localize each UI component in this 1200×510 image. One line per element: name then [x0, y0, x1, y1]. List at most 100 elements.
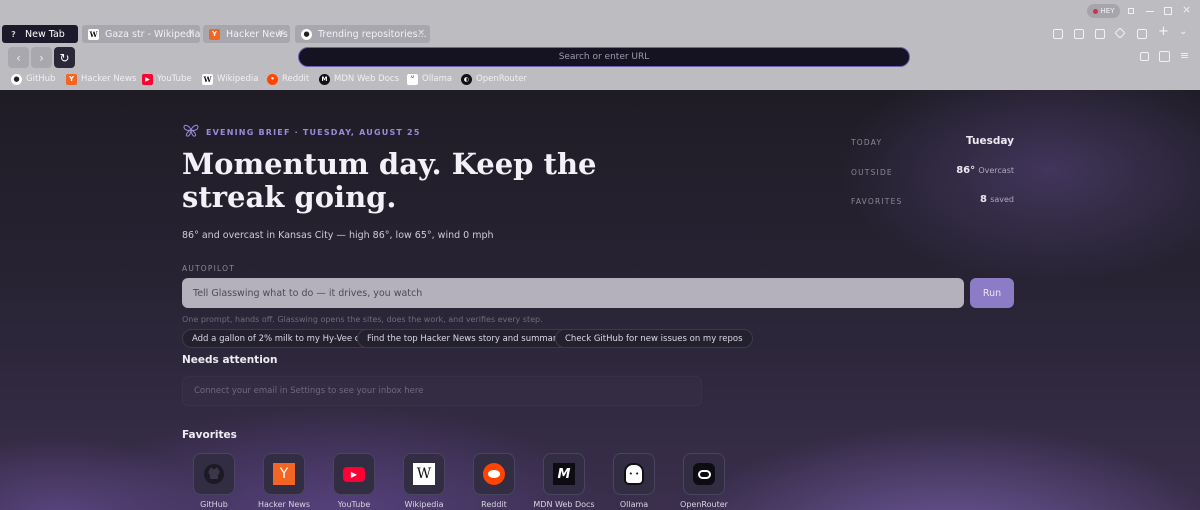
- stat-today-value: Tuesday: [966, 135, 1014, 147]
- close-tab-icon[interactable]: ×: [277, 28, 285, 38]
- favorite-openrouter[interactable]: [683, 453, 725, 495]
- openrouter-icon: [693, 463, 715, 485]
- tab-list-chevron-icon[interactable]: ⌄: [1179, 26, 1187, 37]
- record-dot-icon: [1092, 8, 1098, 14]
- close-window-icon[interactable]: ×: [1182, 3, 1191, 16]
- bookmark-label: YouTube: [157, 74, 192, 84]
- tab-label: Trending repositories...: [318, 28, 427, 40]
- bookmark-label: OpenRouter: [476, 74, 527, 84]
- github-icon: [204, 464, 224, 484]
- address-bar[interactable]: Search or enter URL: [298, 47, 910, 67]
- github-icon: ●: [11, 73, 22, 85]
- tab-new-tab[interactable]: ? New Tab: [2, 25, 78, 43]
- favorites-title: Favorites: [182, 429, 237, 441]
- tab-label: New Tab: [25, 28, 65, 40]
- bookmark-ollama[interactable]: ᐡ Ollama: [407, 73, 452, 85]
- youtube-icon: ▶: [142, 73, 153, 85]
- notification-badge[interactable]: HEY: [1087, 4, 1120, 18]
- bookmark-mdn[interactable]: M MDN Web Docs: [319, 73, 399, 85]
- suggestion-chip[interactable]: Add a gallon of 2% milk to my Hy-Vee car…: [182, 329, 382, 348]
- bookmark-wikipedia[interactable]: W Wikipedia: [202, 73, 258, 85]
- run-button[interactable]: Run: [970, 278, 1014, 308]
- split-view-icon[interactable]: [1137, 29, 1147, 39]
- youtube-icon: ▶: [343, 466, 365, 482]
- hacker-news-icon: Y: [209, 28, 220, 40]
- favorite-label: OpenRouter: [680, 500, 728, 509]
- favorite-hacker-news[interactable]: Y: [263, 453, 305, 495]
- mdn-icon: M: [553, 463, 575, 485]
- favorite-github[interactable]: [193, 453, 235, 495]
- github-icon: ●: [301, 28, 312, 40]
- autopilot-hint: One prompt, hands off. Glasswing opens t…: [182, 315, 543, 324]
- wikipedia-icon: W: [413, 463, 435, 485]
- bookmark-label: Wikipedia: [217, 74, 259, 84]
- brief-eyebrow: EVENING BRIEF · TUESDAY, AUGUST 25: [206, 128, 421, 137]
- autopilot-label: AUTOPILOT: [182, 264, 236, 273]
- openrouter-icon: ◐: [461, 73, 472, 85]
- ollama-icon: ᐡ: [407, 73, 418, 85]
- screenshot-icon[interactable]: [1074, 29, 1084, 39]
- maximize-window-icon[interactable]: [1164, 7, 1172, 15]
- stat-today-label: TODAY: [851, 138, 883, 147]
- favorite-mdn[interactable]: M: [543, 453, 585, 495]
- extensions-icon[interactable]: [1140, 52, 1149, 61]
- stat-outside-label: OUTSIDE: [851, 168, 893, 177]
- history-icon[interactable]: [1053, 29, 1063, 39]
- restore-window-icon[interactable]: [1128, 8, 1134, 14]
- bookmark-reddit[interactable]: • Reddit: [267, 73, 309, 85]
- favorite-label: MDN Web Docs: [533, 500, 595, 509]
- favorite-label: Wikipedia: [404, 500, 444, 509]
- bookmark-hacker-news[interactable]: Y Hacker News: [66, 73, 136, 85]
- layers-icon[interactable]: [1114, 27, 1126, 39]
- bookmark-label: GitHub: [26, 74, 56, 84]
- close-tab-icon[interactable]: ×: [417, 28, 425, 38]
- bookmark-github[interactable]: ● GitHub: [11, 73, 55, 85]
- suggestion-chip[interactable]: Check GitHub for new issues on my repos: [555, 329, 753, 348]
- favorite-label: GitHub: [200, 500, 228, 509]
- favorite-wikipedia[interactable]: W: [403, 453, 445, 495]
- bookmark-label: MDN Web Docs: [334, 74, 400, 84]
- sidebar-toggle-icon[interactable]: [1159, 51, 1170, 62]
- favorite-label: Ollama: [619, 500, 649, 509]
- page-title: Momentum day. Keep the streak going.: [182, 147, 597, 214]
- tab-hacker-news[interactable]: Y Hacker News ×: [203, 25, 290, 43]
- bookmark-label: Ollama: [422, 74, 453, 84]
- reader-icon[interactable]: [1095, 29, 1105, 39]
- reload-button[interactable]: ↻: [54, 47, 75, 68]
- badge-label: HEY: [1100, 7, 1115, 15]
- favorite-youtube[interactable]: ▶: [333, 453, 375, 495]
- ollama-icon: • •: [624, 463, 644, 485]
- hacker-news-icon: Y: [66, 73, 77, 85]
- favorite-ollama[interactable]: • •: [613, 453, 655, 495]
- autopilot-input[interactable]: Tell Glasswing what to do — it drives, y…: [182, 278, 964, 308]
- suggestion-chip[interactable]: Find the top Hacker News story and summa…: [357, 329, 587, 348]
- close-tab-icon[interactable]: ×: [187, 28, 195, 38]
- favorite-label: Hacker News: [257, 500, 311, 509]
- stats-panel: TODAY Tuesday OUTSIDE 86° Overcast FAVOR…: [851, 134, 1014, 206]
- inbox-empty-state[interactable]: Connect your email in Settings to see yo…: [182, 376, 702, 406]
- tab-label: Gaza str - Wikipedia: [105, 28, 200, 40]
- wikipedia-icon: W: [202, 73, 213, 85]
- favorite-reddit[interactable]: [473, 453, 515, 495]
- stat-outside-value: 86° Overcast: [956, 165, 1014, 176]
- address-placeholder: Search or enter URL: [558, 52, 650, 62]
- hacker-news-icon: Y: [273, 463, 295, 485]
- butterfly-icon: [183, 124, 199, 137]
- favorite-label: YouTube: [337, 500, 371, 509]
- tab-github-trending[interactable]: ● Trending repositories... ×: [295, 25, 430, 43]
- bookmark-openrouter[interactable]: ◐ OpenRouter: [461, 73, 527, 85]
- minimize-window-icon[interactable]: [1146, 11, 1154, 13]
- bookmark-youtube[interactable]: ▶ YouTube: [142, 73, 192, 85]
- forward-button[interactable]: ›: [31, 47, 52, 68]
- inbox-empty-text: Connect your email in Settings to see yo…: [194, 386, 424, 396]
- new-tab-plus-icon[interactable]: +: [1158, 24, 1169, 39]
- bookmark-label: Reddit: [282, 74, 310, 84]
- tab-wikipedia[interactable]: W Gaza str - Wikipedia ×: [82, 25, 200, 43]
- menu-icon[interactable]: ≡: [1180, 49, 1189, 62]
- favorite-label: Reddit: [481, 500, 507, 509]
- reddit-icon: [483, 463, 505, 485]
- needs-attention-title: Needs attention: [182, 354, 278, 366]
- bookmark-label: Hacker News: [81, 74, 137, 84]
- reddit-icon: •: [267, 73, 278, 85]
- back-button[interactable]: ‹: [8, 47, 29, 68]
